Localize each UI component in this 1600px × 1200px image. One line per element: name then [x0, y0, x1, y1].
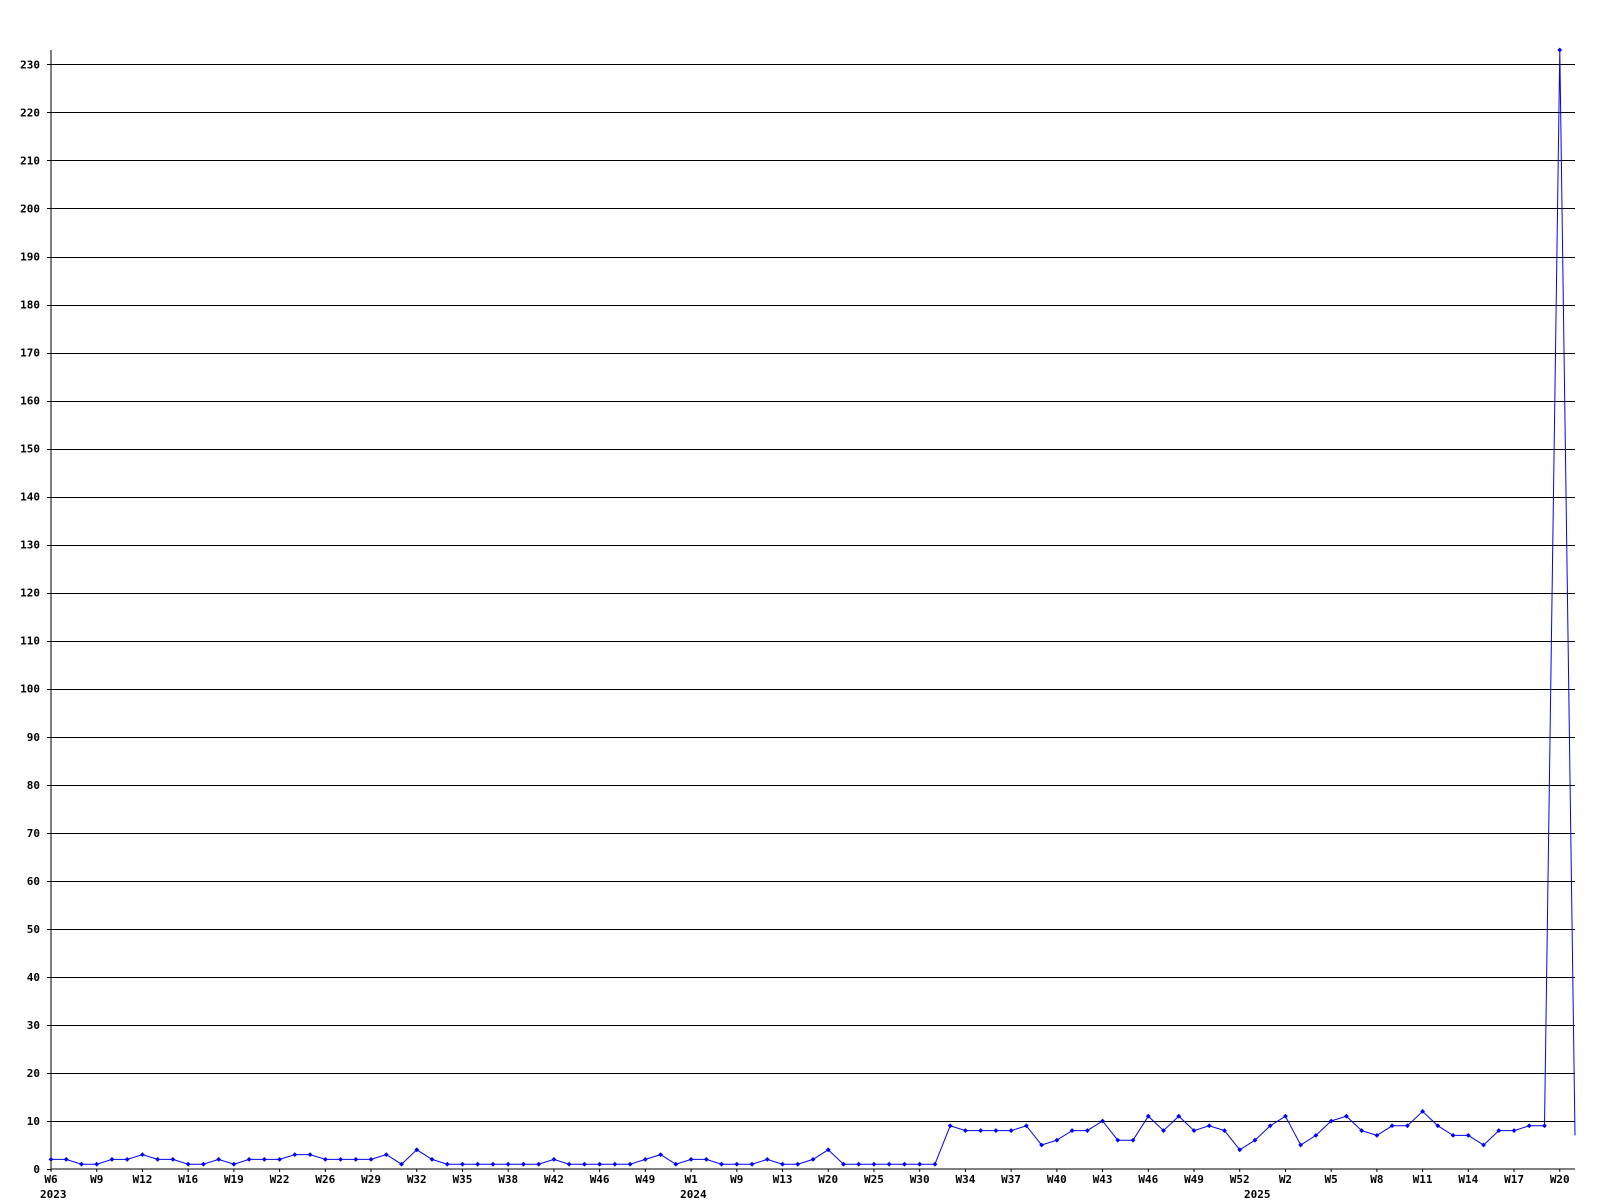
x-tick-label: W12 [133, 1173, 153, 1186]
y-tick-label: 30 [27, 1019, 40, 1032]
x-tick-label: W42 [544, 1173, 564, 1186]
y-tick-label: 230 [20, 58, 40, 71]
plot-background [0, 0, 1600, 1200]
y-tick-label: 200 [20, 202, 40, 215]
y-tick-label: 40 [27, 971, 40, 984]
x-tick-label: W20 [1550, 1173, 1570, 1186]
y-tick-label: 210 [20, 154, 40, 167]
x-tick-label: W14 [1458, 1173, 1478, 1186]
year-label: 2025 [1244, 1188, 1271, 1200]
y-tick-label: 150 [20, 443, 40, 456]
x-tick-label: W2 [1279, 1173, 1292, 1186]
y-tick-label: 180 [20, 299, 40, 312]
x-tick-label: W30 [910, 1173, 930, 1186]
y-tick-label: 160 [20, 395, 40, 408]
x-tick-label: W43 [1093, 1173, 1113, 1186]
y-tick-label: 190 [20, 251, 40, 264]
y-tick-label: 220 [20, 106, 40, 119]
x-tick-label: W17 [1504, 1173, 1524, 1186]
x-tick-label: W9 [90, 1173, 103, 1186]
y-tick-label: 140 [20, 491, 40, 504]
x-tick-label: W52 [1230, 1173, 1250, 1186]
x-tick-label: W40 [1047, 1173, 1067, 1186]
y-tick-label: 110 [20, 635, 40, 648]
x-tick-label: W49 [635, 1173, 655, 1186]
x-tick-label: W37 [1001, 1173, 1021, 1186]
y-tick-label: 20 [27, 1067, 40, 1080]
x-tick-label: W11 [1413, 1173, 1433, 1186]
y-tick-label: 70 [27, 827, 40, 840]
line-chart: 0 10 20 30 40 50 60 70 80 90 100 110 120 130 140 150 160… [0, 0, 1600, 1200]
y-tick-label: 90 [27, 731, 40, 744]
x-tick-label: W29 [361, 1173, 381, 1186]
x-tick-label: W16 [178, 1173, 198, 1186]
x-tick-label: W25 [864, 1173, 884, 1186]
x-tick-label: W19 [224, 1173, 244, 1186]
x-tick-label: W5 [1325, 1173, 1338, 1186]
x-tick-label: W49 [1184, 1173, 1204, 1186]
y-tick-label: 10 [27, 1115, 40, 1128]
y-tick-label: 130 [20, 539, 40, 552]
x-tick-label: W13 [773, 1173, 793, 1186]
x-tick-label: W6 [44, 1173, 58, 1186]
x-tick-label: W46 [1138, 1173, 1158, 1186]
x-tick-label: W35 [453, 1173, 473, 1186]
x-tick-label: W20 [818, 1173, 838, 1186]
y-tick-label: 170 [20, 347, 40, 360]
y-tick-label: 100 [20, 683, 40, 696]
x-tick-label: W38 [498, 1173, 518, 1186]
x-tick-label: W8 [1370, 1173, 1383, 1186]
y-tick-label: 80 [27, 779, 40, 792]
x-tick-label: W26 [315, 1173, 335, 1186]
y-tick-label: 0 [33, 1163, 40, 1176]
year-label: 2024 [680, 1188, 707, 1200]
x-tick-label: W22 [270, 1173, 290, 1186]
y-tick-label: 120 [20, 587, 40, 600]
x-tick-label: W32 [407, 1173, 427, 1186]
y-tick-label: 50 [27, 923, 40, 936]
x-tick-label: W46 [590, 1173, 610, 1186]
x-tick-label: W9 [730, 1173, 743, 1186]
y-tick-label: 60 [27, 875, 40, 888]
x-tick-label: W34 [955, 1173, 975, 1186]
x-tick-label: W1 [684, 1173, 698, 1186]
year-label: 2023 [40, 1188, 67, 1200]
